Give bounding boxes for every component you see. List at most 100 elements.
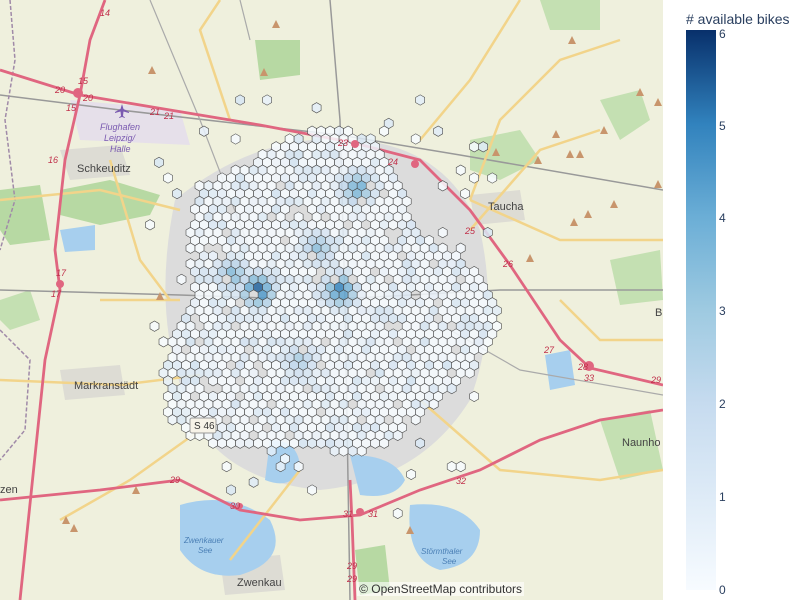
hexbin-cell[interactable] <box>226 437 236 449</box>
road-number: 17 <box>51 289 62 299</box>
hexbin-cell[interactable] <box>185 242 196 254</box>
hexbin-cell[interactable] <box>379 125 389 137</box>
hexbin-cell[interactable] <box>149 320 160 332</box>
hexbin-cell[interactable] <box>428 398 439 410</box>
hexbin-cell[interactable] <box>437 227 448 239</box>
hexbin-cell[interactable] <box>208 375 218 387</box>
hexbin-cell[interactable] <box>338 445 349 457</box>
map-attribution[interactable]: © OpenStreetMap contributors <box>357 582 524 596</box>
hexbin-cell[interactable] <box>217 437 227 449</box>
road-number: 25 <box>464 226 476 236</box>
hexbin-cell[interactable] <box>388 312 398 324</box>
hexbin-cell[interactable] <box>307 484 317 496</box>
hexbin-cell[interactable] <box>280 437 290 449</box>
hexbin-cell[interactable] <box>487 172 498 184</box>
hexbin-cell[interactable] <box>329 445 340 457</box>
hexbin-cell[interactable] <box>415 437 425 449</box>
hexbin-cell[interactable] <box>176 273 187 285</box>
hexbin-cell[interactable] <box>244 437 254 449</box>
hexbin-cell[interactable] <box>293 461 304 473</box>
hexbin-cell[interactable] <box>433 125 443 137</box>
hexbin-cell[interactable] <box>410 414 421 426</box>
hexbin-cell[interactable] <box>437 180 448 192</box>
hexbin-cell[interactable] <box>469 172 479 184</box>
hexbin-cell[interactable] <box>446 383 457 395</box>
hexbin-cell[interactable] <box>221 461 232 473</box>
road-number: 21 <box>149 107 160 117</box>
hexbin-cell[interactable] <box>154 156 164 168</box>
road-number: 14 <box>100 8 110 18</box>
colorbar-tick: 4 <box>719 211 726 225</box>
hexbin-cell[interactable] <box>379 437 389 449</box>
hexbin-cell[interactable] <box>235 437 245 449</box>
hexbin-cell[interactable] <box>460 188 470 200</box>
hexbin-cell[interactable] <box>464 367 475 379</box>
hexbin-cell[interactable] <box>230 133 241 145</box>
hexbin-cell[interactable] <box>410 133 421 145</box>
hexbin-cell[interactable] <box>478 141 488 153</box>
hexbin-cell[interactable] <box>275 461 286 473</box>
road-number: 24 <box>387 157 398 167</box>
road-number: 23 <box>337 138 348 148</box>
place-label-b: B <box>655 307 662 319</box>
hexbin-cell[interactable] <box>199 125 209 137</box>
place-label-markranstaedt: Markranstädt <box>74 380 138 392</box>
hexbin-cell[interactable] <box>298 437 308 449</box>
hexbin-cell[interactable] <box>478 344 488 356</box>
road-number: 30 <box>230 501 240 511</box>
hexbin-cell[interactable] <box>392 429 403 441</box>
road-number: 32 <box>456 476 466 486</box>
hexbin-cell[interactable] <box>167 414 178 426</box>
hexbin-cell[interactable] <box>347 445 358 457</box>
hexbin-cell[interactable] <box>455 461 466 473</box>
hexbin-cell[interactable] <box>208 234 218 246</box>
hexbin-cell[interactable] <box>307 437 317 449</box>
hexbin-cell[interactable] <box>253 437 263 449</box>
colorbar-tick: 1 <box>719 490 726 504</box>
hexbin-cell[interactable] <box>172 188 182 200</box>
hexbin-cell[interactable] <box>406 468 416 480</box>
hexbin-cell[interactable] <box>158 336 169 348</box>
colorbar <box>686 30 716 590</box>
hexbin-cell[interactable] <box>145 219 155 231</box>
hexbin-cell[interactable] <box>370 437 380 449</box>
map-area[interactable]: Schkeuditz Taucha Markranstädt Zwenkau N… <box>0 0 663 600</box>
lake-label-stoermthaler-1: Störmthaler <box>421 547 463 556</box>
colorbar-tick: 2 <box>719 397 726 411</box>
hexbin-cell[interactable] <box>248 476 259 488</box>
hexbin-cell[interactable] <box>388 219 398 231</box>
basemap: Schkeuditz Taucha Markranstädt Zwenkau N… <box>0 0 663 600</box>
road-number: 15 <box>78 76 89 86</box>
road-number: 33 <box>584 373 594 383</box>
place-label-zwenkau: Zwenkau <box>237 577 282 589</box>
colorbar-tick: 3 <box>719 304 726 318</box>
hexbin-cell[interactable] <box>455 164 466 176</box>
road-number: 31 <box>368 509 378 519</box>
hexbin-cell[interactable] <box>266 445 277 457</box>
colorbar-title: # available bikes <box>686 11 790 27</box>
hexbin-cell[interactable] <box>262 94 272 106</box>
airport-label-line3: Halle <box>110 144 131 154</box>
hexbin-cell[interactable] <box>469 390 479 402</box>
hexbin-cell[interactable] <box>316 437 326 449</box>
road-number: 28 <box>577 362 588 372</box>
road-number: 29 <box>346 561 357 571</box>
hexbin-cell[interactable] <box>469 141 479 153</box>
hexbin-cell[interactable] <box>446 461 457 473</box>
road-number: 21 <box>163 111 174 121</box>
hexbin-cell[interactable] <box>289 437 299 449</box>
hexbin-cell[interactable] <box>208 437 218 449</box>
hexbin-cell[interactable] <box>482 227 493 239</box>
hexbin-cell[interactable] <box>392 507 403 519</box>
hexbin-cell[interactable] <box>293 195 304 207</box>
hexbin-cell[interactable] <box>163 172 173 184</box>
colorbar-tick: 5 <box>719 119 726 133</box>
lake <box>545 350 575 390</box>
road-number: 17 <box>56 268 67 278</box>
colorbar-tick: 6 <box>719 27 726 41</box>
hexbin-cell[interactable] <box>226 484 236 496</box>
hexbin-cell[interactable] <box>311 102 322 114</box>
hexbin-cell[interactable] <box>235 94 245 106</box>
hexbin-cell[interactable] <box>356 445 367 457</box>
hexbin-cell[interactable] <box>415 94 425 106</box>
